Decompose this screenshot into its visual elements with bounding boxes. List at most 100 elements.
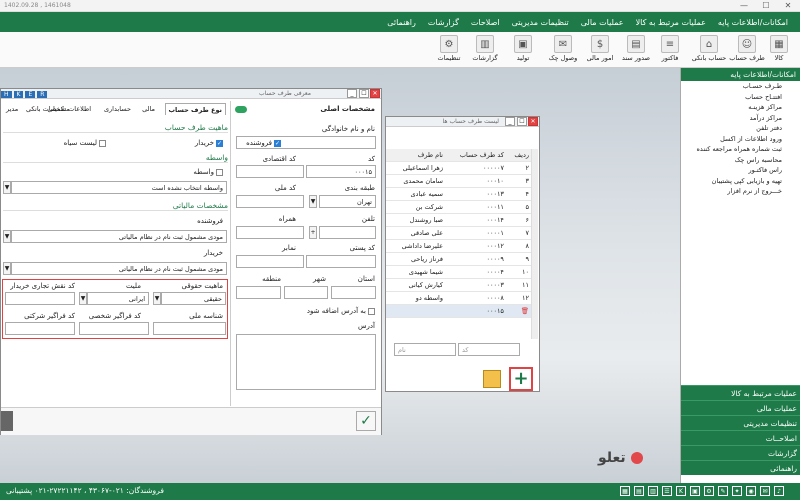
minimize-button[interactable]: — [733,0,755,12]
broker-select[interactable]: واسطه انتخاب نشده است [11,181,227,194]
panel-item[interactable]: راس فاکتـور [681,165,800,176]
tab-bank-info[interactable]: مشخصات بانکی [23,103,73,115]
panel-section[interactable]: گزارشات [681,445,800,460]
panel-section[interactable]: اصلاحــات [681,430,800,445]
buyer-tax-dropdown-icon[interactable]: ▼ [3,262,11,275]
menu-basic-info[interactable]: امکانات/اطلاعات پایه [712,18,794,27]
toolbar-invoice-button[interactable]: ≡ فاکتور [655,35,685,65]
phone-input[interactable] [319,226,376,239]
table-row[interactable]: زهرا اسماعیلی ۰۰۰۰۰۷ ۲ [386,161,532,175]
legal-nature-dropdown-icon[interactable]: ▼ [153,292,161,305]
toolbar-reports-button[interactable]: ▥ گزارشات [470,35,500,65]
menu-goods[interactable]: عملیات مرتبط به کالا [630,18,712,27]
status-icon[interactable]: ⚙ [704,486,714,496]
national-code-input[interactable] [236,195,304,208]
province-input[interactable] [331,286,376,299]
panel-item[interactable]: افتتـاح حساب [681,92,800,103]
toolbar-goods-button[interactable]: ▦ کالا [766,35,792,65]
status-icon[interactable]: K [676,486,686,496]
panel-item[interactable]: طـرف حسـاب [681,81,800,92]
toolbar-document-button[interactable]: ▤ صدور سند [620,35,652,65]
list-close-button[interactable]: ✕ [528,117,538,126]
exit-button[interactable] [1,411,13,431]
table-row[interactable]: سمیه عبادی ۰۰۰۱۳ ۴ [386,187,532,201]
panel-item[interactable]: مراکز درآمد [681,113,800,124]
status-icon[interactable]: ✎ [718,486,728,496]
table-row[interactable]: صبا روشندل ۰۰۰۱۴ ۶ [386,213,532,227]
broker-dropdown-icon[interactable]: ▼ [3,181,11,194]
nationality-select[interactable]: ایرانی [87,292,149,305]
status-icon[interactable]: ▥ [648,486,658,496]
phone-add-icon[interactable]: + [309,226,317,239]
trade-role-input[interactable] [5,292,75,305]
menu-reports[interactable]: گزارشات [422,18,465,27]
seller-checkbox[interactable]: فروشنده ✓ [246,139,281,147]
tab-account-type[interactable]: نوع طرف حساب [164,103,226,115]
panel-item[interactable]: ورود اطلاعات از اکسل [681,134,800,145]
panel-item[interactable]: ثبت شماره همراه مراجعه کننده [681,144,800,155]
search-name-input[interactable]: نام [394,343,456,356]
blacklist-checkbox[interactable]: لیست سیاه [64,139,106,147]
tab-accounting[interactable]: حسابداری [101,103,134,115]
table-row[interactable]: ۰۰۰۱۵ 🗑 [386,304,532,318]
form-maximize-button[interactable]: ☐ [359,89,369,98]
personal-code-input[interactable] [79,322,149,335]
list-maximize-button[interactable]: ☐ [517,117,527,126]
tab-financial[interactable]: مالی [139,103,158,115]
region-input[interactable] [236,286,281,299]
maximize-button[interactable]: ☐ [755,0,777,12]
active-toggle[interactable] [235,106,247,113]
table-row[interactable]: فرناز ریاحی ۰۰۰۰۹ ۹ [386,252,532,266]
status-icon[interactable]: ▣ [690,486,700,496]
address-textarea[interactable] [236,334,376,390]
legal-nature-select[interactable]: حقیقی [161,292,226,305]
toolbar-finance-button[interactable]: $ امور مالی [584,35,616,65]
panel-item[interactable]: مراکز هزینـه [681,102,800,113]
menu-management[interactable]: تنظیمات مدیریتی [506,18,575,27]
add-account-button[interactable]: + [509,367,533,391]
toolbar-settings-button[interactable]: ⚙ تنظیمات [434,35,464,65]
seller-tax-dropdown-icon[interactable]: ▼ [3,230,11,243]
form-close-button[interactable]: ✕ [370,89,380,98]
form-minimize-button[interactable]: _ [347,89,357,98]
list-scrollbar[interactable] [531,149,538,339]
list-minimize-button[interactable]: _ [505,117,515,126]
code-input[interactable]: ۰۰۰۱۵ [306,165,376,178]
national-id-input[interactable] [153,322,226,335]
panel-item[interactable]: تهیه و بازیابی کپی پشتیبان [681,176,800,187]
panel-item[interactable]: محاسبه راس چک [681,155,800,166]
table-row[interactable]: شیما شهیدی ۰۰۰۰۴ ۱۰ [386,265,532,279]
menu-help[interactable]: راهنمائی [381,18,422,27]
company-code-input[interactable] [5,322,75,335]
status-icon[interactable]: ✉ [760,486,770,496]
toolbar-account-button[interactable]: ☺ طرف حساب [729,35,765,65]
table-row[interactable]: واسطه دو ۰۰۰۰۸ ۱۲ [386,291,532,305]
table-row[interactable]: کیارش کیانی ۰۰۰۰۳ ۱۱ [386,278,532,292]
export-excel-icon[interactable] [483,370,501,388]
status-icon[interactable]: ▦ [620,486,630,496]
tab-manager[interactable]: مدیر [3,103,21,115]
close-button[interactable]: ✕ [777,0,799,12]
menu-corrections[interactable]: اصلاحات [465,18,506,27]
nationality-dropdown-icon[interactable]: ▼ [79,292,87,305]
economic-code-input[interactable] [236,165,304,178]
floor-select[interactable]: تهران [319,195,376,208]
table-row[interactable]: علی صادقی ۰۰۰۰۱ ۷ [386,226,532,240]
toolbar-bank-button[interactable]: ⌂ حساب بانکی [690,35,728,65]
mobile-input[interactable] [236,226,304,239]
toolbar-production-button[interactable]: ▣ تولید [510,35,536,65]
status-icon[interactable]: ♪ [774,486,784,496]
seller-tax-select[interactable]: مودی مشمول ثبت نام در نظام مالیاتی [11,230,227,243]
table-row[interactable]: شرکت بن ۰۰۰۱۱ ۵ [386,200,532,214]
buyer-tax-select[interactable]: مودی مشمول ثبت نام در نظام مالیاتی [11,262,227,275]
status-icon[interactable]: ◉ [746,486,756,496]
panel-section[interactable]: عملیات مالی [681,400,800,415]
confirm-button[interactable]: ✓ [356,411,376,431]
buyer-checkbox[interactable]: خریدار ✓ [195,139,223,147]
status-icon[interactable]: ☰ [662,486,672,496]
panel-item[interactable]: خـــروج از نرم افزار [681,186,800,197]
panel-section[interactable]: تنظیمات مدیریتی [681,415,800,430]
floor-dropdown-icon[interactable]: ▼ [309,195,317,208]
panel-section[interactable]: راهنمائی [681,460,800,475]
panel-item[interactable]: دفتر تلفن [681,123,800,134]
